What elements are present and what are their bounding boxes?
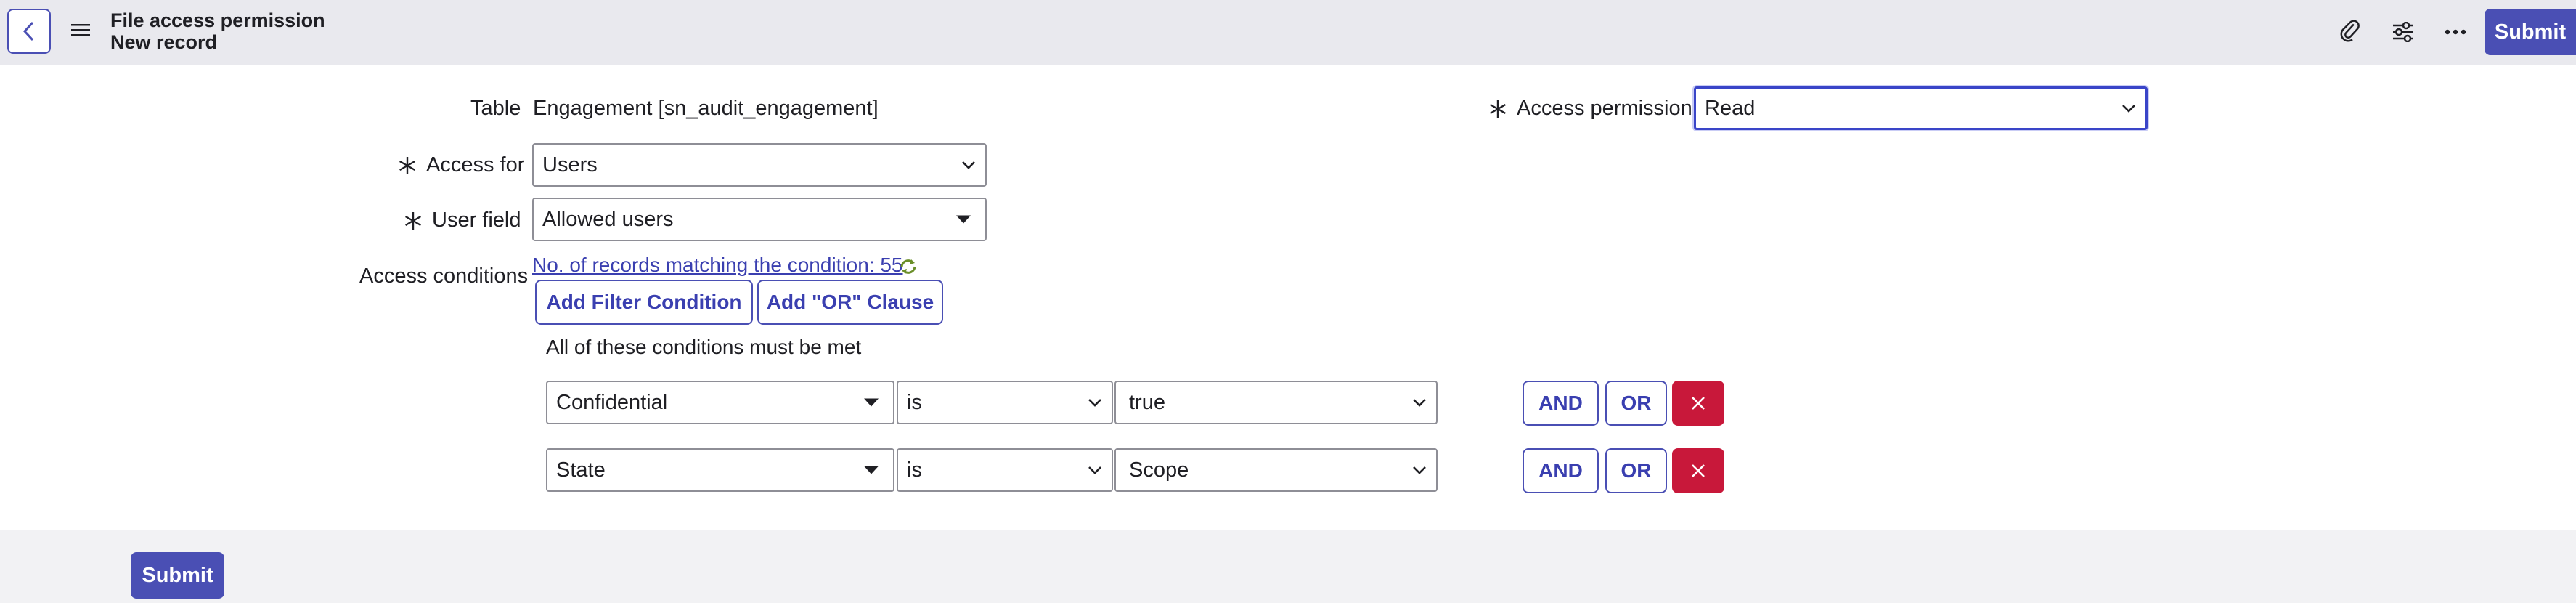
chevron-down-icon: [962, 161, 975, 169]
user-field-select[interactable]: Allowed users: [532, 198, 987, 241]
more-icon[interactable]: [2441, 17, 2470, 46]
condition-field-value: State: [556, 458, 606, 482]
conditions-description: All of these conditions must be met: [546, 336, 862, 358]
chevron-down-icon: [1413, 399, 1426, 407]
caret-down-icon: [956, 215, 971, 224]
chevron-down-icon: [1413, 466, 1426, 474]
condition-operator-select[interactable]: is: [897, 448, 1113, 492]
chevron-down-icon: [1088, 399, 1101, 407]
caret-down-icon: [864, 466, 879, 474]
condition-field-select[interactable]: State: [546, 448, 894, 492]
back-icon: [23, 21, 34, 41]
access-permission-value: Read: [1705, 96, 1756, 120]
or-button[interactable]: OR: [1605, 381, 1667, 426]
footer-submit-button[interactable]: Submit: [131, 552, 224, 599]
caret-down-icon: [864, 398, 879, 407]
access-for-value: Users: [542, 153, 598, 177]
delete-condition-button[interactable]: [1672, 448, 1724, 493]
header-submit-button[interactable]: Submit: [2485, 9, 2576, 55]
condition-operator-select[interactable]: is: [897, 381, 1113, 424]
required-icon: [399, 157, 415, 174]
table-label: Table: [470, 97, 521, 120]
access-for-select[interactable]: Users: [532, 143, 987, 187]
close-icon: [1692, 464, 1705, 477]
page-title: File access permission: [110, 9, 325, 31]
required-icon: [1490, 100, 1506, 118]
chevron-down-icon: [1088, 466, 1101, 474]
back-button[interactable]: [7, 9, 51, 54]
add-filter-condition-button[interactable]: Add Filter Condition: [535, 280, 753, 325]
records-count-link[interactable]: No. of records matching the condition: 5…: [532, 254, 903, 277]
menu-icon[interactable]: [71, 22, 90, 38]
condition-field-value: Confidential: [556, 390, 668, 414]
condition-operator-value: is: [907, 390, 922, 414]
user-field-label: User field: [432, 209, 521, 232]
chevron-down-icon: [2122, 105, 2135, 113]
add-or-clause-button[interactable]: Add "OR" Clause: [757, 280, 943, 325]
access-for-label: Access for: [426, 153, 525, 177]
paperclip-icon[interactable]: [2336, 17, 2365, 46]
required-icon: [405, 212, 421, 230]
access-permission-select[interactable]: Read: [1694, 86, 2148, 130]
page-subtitle: New record: [110, 31, 218, 53]
settings-sliders-icon[interactable]: [2389, 17, 2418, 46]
or-button[interactable]: OR: [1605, 448, 1667, 493]
delete-condition-button[interactable]: [1672, 381, 1724, 426]
condition-value: true: [1129, 390, 1165, 414]
condition-field-select[interactable]: Confidential: [546, 381, 894, 424]
table-value: Engagement [sn_audit_engagement]: [533, 97, 879, 120]
close-icon: [1692, 397, 1705, 410]
record-header: File access permission New record Submit: [0, 0, 2576, 65]
and-button[interactable]: AND: [1523, 381, 1599, 426]
and-button[interactable]: AND: [1523, 448, 1599, 493]
user-field-value: Allowed users: [542, 207, 674, 231]
condition-operator-value: is: [907, 458, 922, 482]
condition-value-select[interactable]: Scope: [1114, 448, 1438, 492]
access-permission-label: Access permission: [1517, 97, 1692, 120]
refresh-icon[interactable]: [898, 256, 918, 277]
condition-value: Scope: [1129, 458, 1189, 482]
condition-value-select[interactable]: true: [1114, 381, 1438, 424]
access-conditions-label: Access conditions: [359, 264, 529, 288]
